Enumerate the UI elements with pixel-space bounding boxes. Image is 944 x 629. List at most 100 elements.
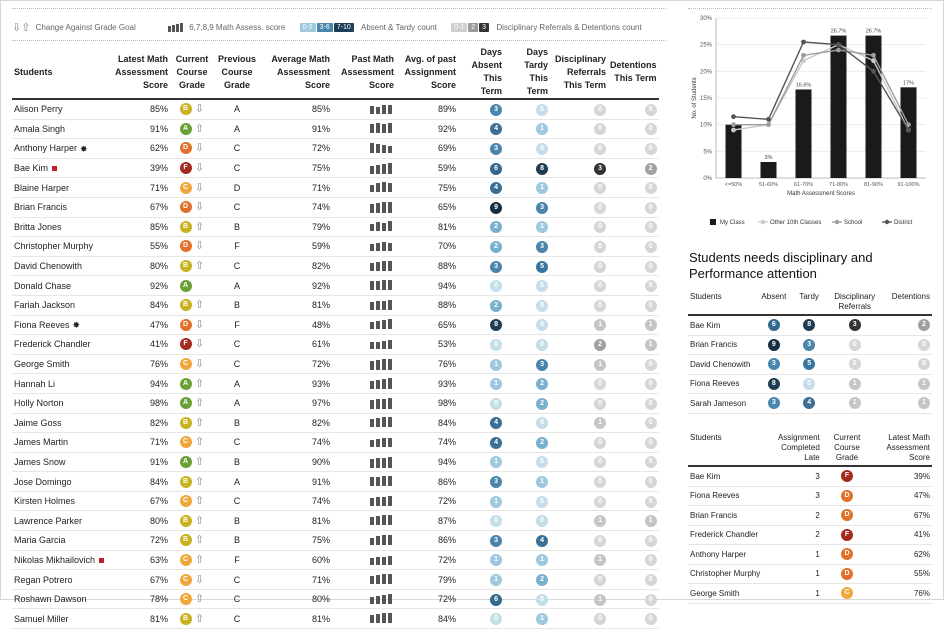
student-name[interactable]: Fiona Reeves <box>14 320 70 330</box>
performance-student-name[interactable]: Fiona Reeves <box>690 491 739 500</box>
student-name[interactable]: Alison Perry <box>14 104 63 114</box>
student-name[interactable]: Bae Kim <box>14 163 48 173</box>
student-name[interactable]: Amala Singh <box>14 124 65 134</box>
att-col-referrals[interactable]: Disciplinary Referrals <box>825 290 884 316</box>
student-name[interactable]: Hannah Li <box>14 379 55 389</box>
performance-student-name[interactable]: Frederick Chandler <box>690 530 758 539</box>
student-name[interactable]: George Smith <box>14 359 70 369</box>
attention-row[interactable]: Bae Kim 6 8 3 2 <box>688 315 932 336</box>
student-name[interactable]: Nikolas Mikhailovich <box>14 555 95 565</box>
table-row[interactable]: Donald Chase 92% A A 92% 94% 0 0 0 0 <box>12 275 659 296</box>
table-row[interactable]: Christopher Murphy 55% D ⇩ F 59% 70% 2 3 0 0 <box>12 236 659 257</box>
detention-badge: 0 <box>644 358 657 371</box>
student-name[interactable]: James Martin <box>14 437 68 447</box>
attention-student-name[interactable]: David Chenowith <box>690 360 750 369</box>
table-row[interactable]: Regan Potrero 67% C ⇩ C 71% 79% 1 2 0 0 <box>12 569 659 590</box>
col-past-math[interactable]: Past Math Assessment Score <box>332 46 397 100</box>
student-name[interactable]: Lawrence Parker <box>14 516 82 526</box>
table-row[interactable]: Brian Francis 67% D ⇩ C 74% 65% 9 3 0 0 <box>12 197 659 218</box>
student-name[interactable]: Blaine Harper <box>14 183 69 193</box>
student-name[interactable]: Samuel Miller <box>14 614 69 624</box>
student-name[interactable]: Fariah Jackson <box>14 300 75 310</box>
col-students[interactable]: Students <box>12 46 107 100</box>
col-days-absent[interactable]: Days Absent This Term <box>458 46 505 100</box>
student-name[interactable]: Kirsten Holmes <box>14 496 75 506</box>
attention-student-name[interactable]: Sarah Jameson <box>690 399 746 408</box>
table-row[interactable]: Alison Perry 85% B ⇩ A 85% 89% 3 0 0 0 <box>12 99 659 120</box>
attention-student-name[interactable]: Fiona Reeves <box>690 379 739 388</box>
student-name[interactable]: David Chenowith <box>14 261 82 271</box>
performance-row[interactable]: Anthony Harper 1 D 62% <box>688 544 932 565</box>
table-row[interactable]: Amala Singh 91% A ⇧ A 91% 92% 4 1 0 0 <box>12 119 659 140</box>
table-row[interactable]: Maria Garcia 72% B ⇧ B 75% 86% 3 4 0 0 <box>12 530 659 551</box>
student-name[interactable]: Brian Francis <box>14 202 67 212</box>
table-row[interactable]: Kirsten Holmes 67% C ⇧ C 74% 72% 1 0 0 0 <box>12 491 659 512</box>
col-previous-grade[interactable]: Previous Course Grade <box>214 46 261 100</box>
student-name[interactable]: Donald Chase <box>14 281 71 291</box>
table-row[interactable]: Holly Norton 98% A ⇧ A 97% 98% 0 2 0 0 <box>12 393 659 414</box>
table-row[interactable]: Blaine Harper 71% C ⇩ D 71% 75% 4 1 0 0 <box>12 177 659 198</box>
perf-col-students[interactable]: Students <box>688 431 763 467</box>
attention-row[interactable]: Brian Francis 9 3 0 0 <box>688 335 932 355</box>
performance-student-name[interactable]: George Smith <box>690 589 739 598</box>
table-row[interactable]: David Chenowith 80% B ⇧ C 82% 88% 3 5 0 0 <box>12 256 659 277</box>
table-row[interactable]: Jose Domingo 84% B ⇧ A 91% 86% 3 1 0 0 <box>12 471 659 492</box>
student-name[interactable]: Jaime Goss <box>14 418 62 428</box>
perf-col-grade[interactable]: Current Course Grade <box>821 431 873 467</box>
table-row[interactable]: Frederick Chandler 41% F ⇩ C 61% 53% 0 0 2 1 <box>12 334 659 355</box>
student-name[interactable]: Frederick Chandler <box>14 339 91 349</box>
att-col-tardy[interactable]: Tardy <box>792 290 826 316</box>
performance-row[interactable]: Brian Francis 2 D 67% <box>688 505 932 526</box>
att-col-students[interactable]: Students <box>688 290 756 316</box>
table-row[interactable]: Fariah Jackson 84% B ⇧ B 81% 88% 2 0 0 0 <box>12 295 659 316</box>
col-latest-math[interactable]: Latest Math Assessment Score <box>106 46 171 100</box>
latest-score: 41% <box>150 339 169 350</box>
performance-row[interactable]: Christopher Murphy 1 D 55% <box>688 564 932 584</box>
table-row[interactable]: James Snow 91% A ⇧ B 90% 94% 1 0 0 0 <box>12 452 659 473</box>
performance-row[interactable]: Frederick Chandler 2 F 41% <box>688 525 932 545</box>
performance-row[interactable]: Fiona Reeves 3 D 47% <box>688 486 932 506</box>
performance-student-name[interactable]: Christopher Murphy <box>690 569 760 578</box>
col-avg-assignment[interactable]: Avg. of past Assignment Score <box>396 46 459 100</box>
table-row[interactable]: Bae Kim 39% F ⇩ C 75% 59% 6 8 3 2 <box>12 158 659 179</box>
attention-row[interactable]: Fiona Reeves 8 0 1 1 <box>688 374 932 394</box>
student-name[interactable]: Britta Jones <box>14 222 62 232</box>
attention-student-name[interactable]: Brian Francis <box>690 340 737 349</box>
table-row[interactable]: James Martin 71% C ⇧ C 74% 74% 4 2 0 0 <box>12 432 659 453</box>
att-col-absent[interactable]: Absent <box>755 290 793 316</box>
col-days-tardy[interactable]: Days Tardy This Term <box>504 46 551 100</box>
table-row[interactable]: Hannah Li 94% A ⇧ A 93% 93% 1 2 0 0 <box>12 373 659 394</box>
performance-student-name[interactable]: Brian Francis <box>690 511 737 520</box>
perf-col-late[interactable]: Assignment Completed Late <box>762 431 822 467</box>
student-name[interactable]: James Snow <box>14 457 66 467</box>
table-row[interactable]: Samuel Miller 81% B ⇧ C 81% 84% 0 1 0 0 <box>12 608 659 629</box>
student-name[interactable]: Maria Garcia <box>14 535 66 545</box>
perf-col-score[interactable]: Latest Math Assessment Score <box>872 431 932 467</box>
col-detentions[interactable]: Detentions This Term <box>608 46 659 100</box>
table-row[interactable]: Fiona Reeves ✸ 47% D ⇩ F 48% 65% 8 0 1 1 <box>12 315 659 336</box>
student-name[interactable]: Roshawn Dawson <box>14 594 87 604</box>
student-name[interactable]: Holly Norton <box>14 398 64 408</box>
col-avg-math[interactable]: Average Math Assessment Score <box>260 46 333 100</box>
att-col-detentions[interactable]: Detentions <box>883 290 932 316</box>
student-name[interactable]: Regan Potrero <box>14 575 73 585</box>
col-referrals[interactable]: Disciplinary Referrals This Term <box>550 46 609 100</box>
table-row[interactable]: Roshawn Dawson 78% C ⇧ C 80% 72% 6 0 1 0 <box>12 589 659 610</box>
performance-student-name[interactable]: Bae Kim <box>690 472 720 481</box>
performance-row[interactable]: George Smith 1 C 76% <box>688 583 932 604</box>
attention-row[interactable]: Sarah Jameson 3 4 1 1 <box>688 393 932 414</box>
performance-row[interactable]: Bae Kim 3 F 39% <box>688 466 932 487</box>
table-row[interactable]: Britta Jones 85% B ⇧ B 79% 81% 2 1 0 0 <box>12 217 659 238</box>
table-row[interactable]: George Smith 76% C ⇩ C 72% 76% 1 3 1 0 <box>12 354 659 375</box>
performance-student-name[interactable]: Anthony Harper <box>690 550 746 559</box>
student-name[interactable]: Jose Domingo <box>14 477 72 487</box>
attention-row[interactable]: David Chenowith 3 5 0 0 <box>688 354 932 375</box>
table-row[interactable]: Nikolas Mikhailovich 63% C ⇧ F 60% 72% 1 1 1 0 <box>12 550 659 571</box>
table-row[interactable]: Anthony Harper ✸ 62% D ⇩ C 72% 69% 3 0 0 0 <box>12 138 659 159</box>
student-name[interactable]: Anthony Harper <box>14 143 77 153</box>
col-current-grade[interactable]: Current Course Grade <box>170 46 215 100</box>
table-row[interactable]: Lawrence Parker 80% B ⇧ B 81% 87% 0 0 1 1 <box>12 510 659 532</box>
table-row[interactable]: Jaime Goss 82% B ⇧ B 82% 84% 4 0 1 0 <box>12 413 659 434</box>
student-name[interactable]: Christopher Murphy <box>14 241 93 251</box>
attention-student-name[interactable]: Bae Kim <box>690 321 720 330</box>
